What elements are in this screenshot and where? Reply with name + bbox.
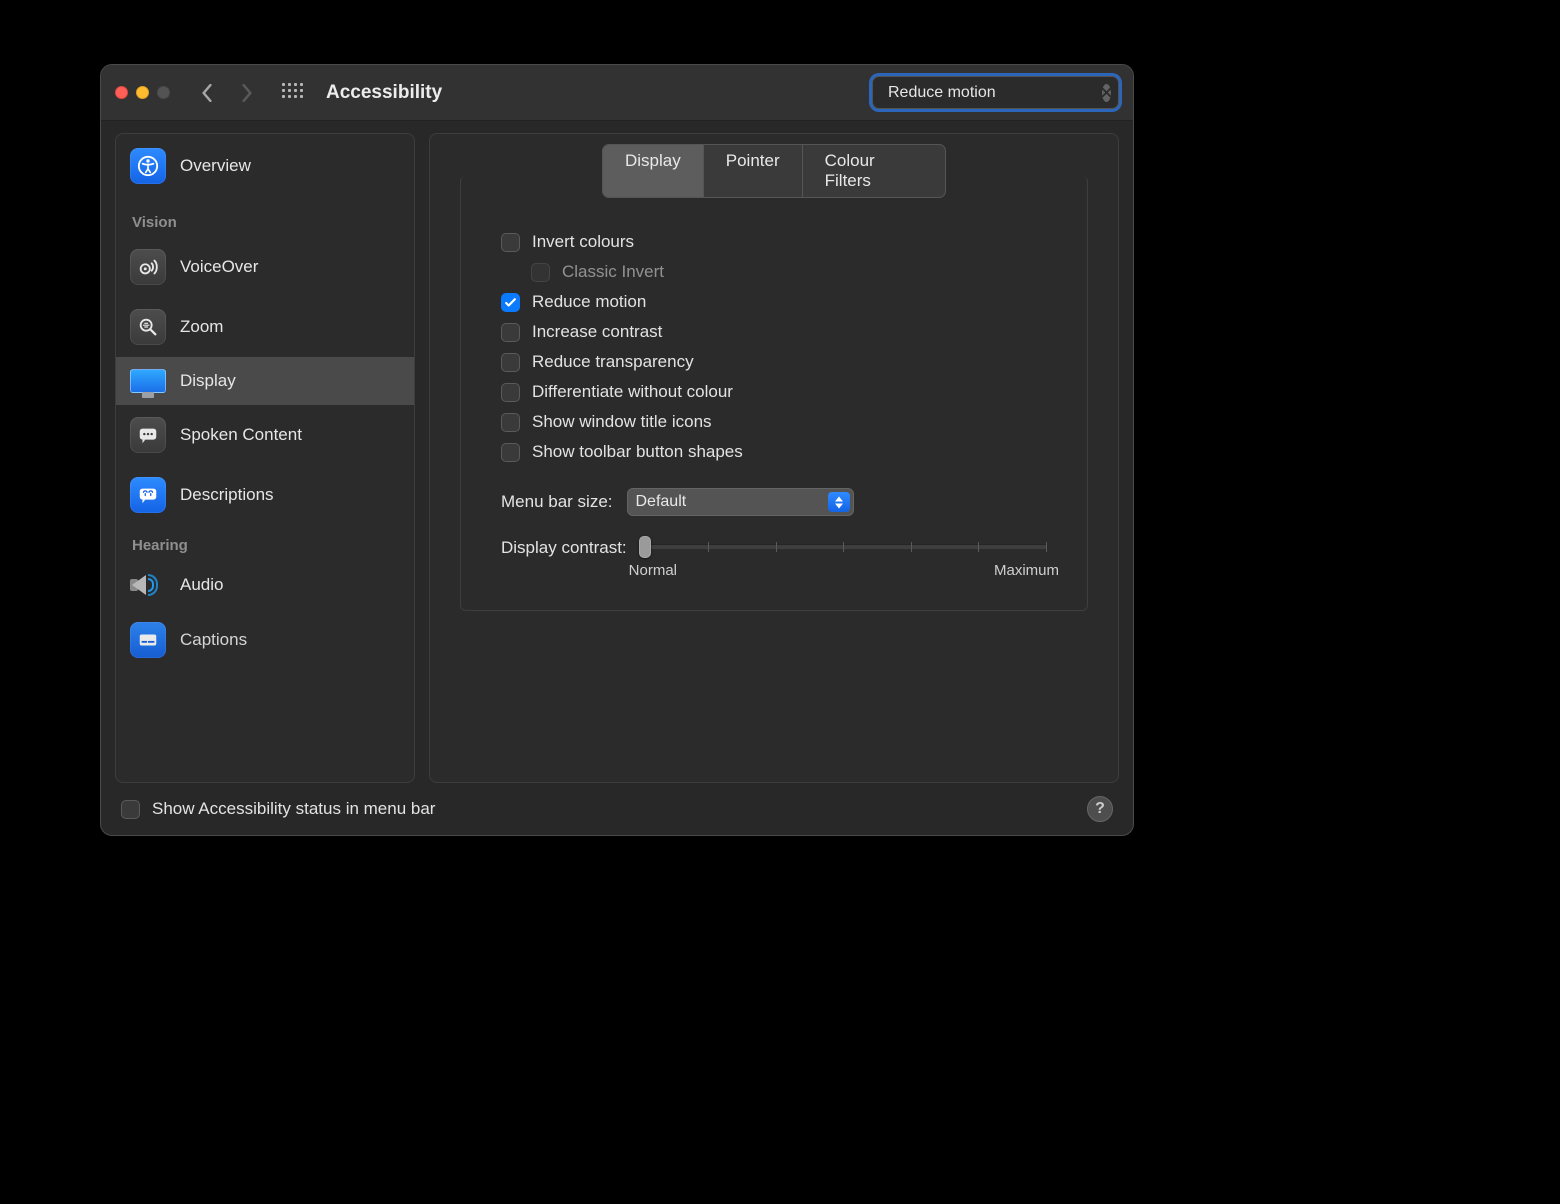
voiceover-icon: [130, 249, 166, 285]
checkbox-reduce-transparency[interactable]: [501, 353, 520, 372]
label-reduce-transparency: Reduce transparency: [532, 352, 694, 372]
sidebar-item-label: Audio: [180, 575, 223, 595]
sidebar-item-label: Display: [180, 371, 236, 391]
forward-button[interactable]: [238, 82, 256, 104]
display-icon: [130, 369, 166, 393]
clear-search-button[interactable]: [1102, 84, 1111, 102]
label-show-window-title-icons: Show window title icons: [532, 412, 712, 432]
check-icon: [504, 296, 517, 309]
sidebar-item-overview[interactable]: Overview: [116, 134, 414, 202]
sidebar-item-spoken-content[interactable]: Spoken Content: [116, 405, 414, 465]
option-show-window-title-icons: Show window title icons: [501, 412, 1047, 432]
checkbox-increase-contrast[interactable]: [501, 323, 520, 342]
checkbox-differentiate-without-colour[interactable]: [501, 383, 520, 402]
option-increase-contrast: Increase contrast: [501, 322, 1047, 342]
slider-knob[interactable]: [639, 536, 651, 558]
select-stepper-icon: [828, 492, 850, 512]
window-controls: [115, 86, 170, 99]
checkbox-show-status-menubar[interactable]: [121, 800, 140, 819]
help-button[interactable]: ?: [1087, 796, 1113, 822]
body: Overview Vision VoiceOver Zoom Displa: [101, 121, 1133, 783]
close-window-button[interactable]: [115, 86, 128, 99]
search-input[interactable]: [888, 84, 1095, 102]
zoom-icon: [130, 309, 166, 345]
menu-bar-size-label: Menu bar size:: [501, 492, 613, 512]
tab-colour-filters[interactable]: Colour Filters: [802, 145, 945, 197]
checkbox-show-window-title-icons[interactable]: [501, 413, 520, 432]
sidebar-section-hearing: Hearing: [116, 525, 414, 560]
option-reduce-transparency: Reduce transparency: [501, 352, 1047, 372]
menu-bar-size-select[interactable]: Default: [627, 488, 854, 516]
sidebar-item-label: Spoken Content: [180, 425, 302, 445]
slider-max-label: Maximum: [994, 562, 1059, 579]
checkbox-show-toolbar-button-shapes[interactable]: [501, 443, 520, 462]
captions-icon: [130, 622, 166, 658]
titlebar: Accessibility: [101, 65, 1133, 121]
tab-display[interactable]: Display: [603, 145, 703, 197]
accessibility-icon: [130, 148, 166, 184]
menu-bar-size-value: Default: [636, 493, 687, 511]
audio-icon: [130, 572, 166, 598]
sidebar-item-captions[interactable]: Captions: [116, 610, 414, 670]
sidebar-section-vision: Vision: [116, 202, 414, 237]
sidebar-item-display[interactable]: Display: [116, 357, 414, 405]
option-classic-invert: Classic Invert: [501, 262, 1047, 282]
sidebar-item-label: VoiceOver: [180, 257, 258, 277]
display-contrast-row: Display contrast: Normal Maximum: [501, 538, 1047, 580]
content-pane: Display Pointer Colour Filters Invert co…: [429, 133, 1119, 783]
descriptions-icon: [130, 477, 166, 513]
zoom-window-button[interactable]: [157, 86, 170, 99]
spoken-content-icon: [130, 417, 166, 453]
sidebar-item-label: Descriptions: [180, 485, 274, 505]
label-invert-colours: Invert colours: [532, 232, 634, 252]
slider-ticks: [641, 542, 1047, 552]
label-show-status-menubar: Show Accessibility status in menu bar: [152, 799, 435, 819]
minimize-window-button[interactable]: [136, 86, 149, 99]
option-invert-colours: Invert colours: [501, 232, 1047, 252]
tab-pointer[interactable]: Pointer: [703, 145, 802, 197]
sidebar-item-voiceover[interactable]: VoiceOver: [116, 237, 414, 297]
slider-min-label: Normal: [629, 562, 677, 579]
display-contrast-label: Display contrast:: [501, 538, 627, 558]
accessibility-window: Accessibility Overview Vision Vo: [100, 64, 1134, 836]
label-classic-invert: Classic Invert: [562, 262, 664, 282]
checkbox-reduce-motion[interactable]: [501, 293, 520, 312]
pane-title: Accessibility: [326, 82, 442, 104]
sidebar[interactable]: Overview Vision VoiceOver Zoom Displa: [115, 133, 415, 783]
sidebar-item-zoom[interactable]: Zoom: [116, 297, 414, 357]
label-increase-contrast: Increase contrast: [532, 322, 662, 342]
sidebar-item-audio[interactable]: Audio: [116, 560, 414, 610]
show-all-icon[interactable]: [282, 83, 302, 103]
checkbox-invert-colours[interactable]: [501, 233, 520, 252]
search-field[interactable]: [872, 76, 1119, 109]
label-differentiate-without-colour: Differentiate without colour: [532, 382, 733, 402]
tab-bar: Display Pointer Colour Filters: [602, 144, 946, 198]
sidebar-item-label: Captions: [180, 630, 247, 650]
label-show-toolbar-button-shapes: Show toolbar button shapes: [532, 442, 743, 462]
sidebar-item-label: Overview: [180, 156, 251, 176]
option-show-toolbar-button-shapes: Show toolbar button shapes: [501, 442, 1047, 462]
sidebar-item-label: Zoom: [180, 317, 223, 337]
display-contrast-slider[interactable]: Normal Maximum: [641, 538, 1047, 580]
display-panel: Invert colours Classic Invert Reduce mot…: [460, 176, 1088, 611]
option-differentiate-without-colour: Differentiate without colour: [501, 382, 1047, 402]
label-reduce-motion: Reduce motion: [532, 292, 646, 312]
sidebar-item-descriptions[interactable]: Descriptions: [116, 465, 414, 525]
footer: Show Accessibility status in menu bar ?: [101, 783, 1133, 835]
slider-labels: Normal Maximum: [629, 562, 1059, 579]
nav-arrows: [198, 82, 256, 104]
menu-bar-size-row: Menu bar size: Default: [501, 488, 1047, 516]
option-reduce-motion: Reduce motion: [501, 292, 1047, 312]
checkbox-classic-invert: [531, 263, 550, 282]
back-button[interactable]: [198, 82, 216, 104]
